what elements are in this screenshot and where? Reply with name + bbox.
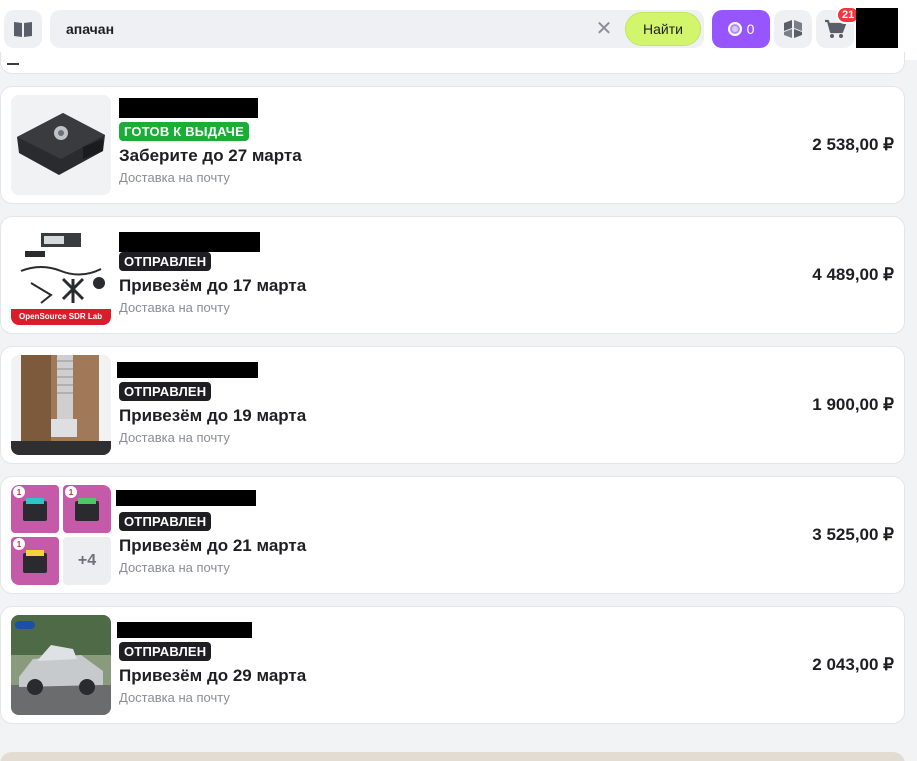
product-image	[11, 615, 111, 715]
order-price: 4 489,00 ₽	[812, 265, 894, 284]
delivery-method: Доставка на почту	[119, 170, 230, 185]
search-input[interactable]	[50, 10, 590, 48]
delivery-method: Доставка на почту	[119, 690, 230, 705]
order-price: 2 538,00 ₽	[812, 135, 894, 154]
redacted-title	[116, 490, 256, 506]
delivery-method: Доставка на почту	[119, 300, 230, 315]
orders-button[interactable]	[774, 10, 812, 48]
coin-icon	[727, 22, 742, 36]
previous-card-bottom	[0, 52, 905, 74]
order-card[interactable]: ГОТОВ К ВЫДАЧЕ Заберите до 27 марта Дост…	[0, 86, 905, 204]
product-thumbnail: 1	[11, 537, 59, 585]
image-caption: OpenSource SDR Lab	[19, 312, 103, 321]
delivery-method: Доставка на почту	[119, 430, 230, 445]
order-deadline: Привезём до 17 марта	[119, 276, 307, 295]
order-card[interactable]: 1 1 1 +4 ОТПРАВЛЕН Привезём до 21 марта …	[0, 476, 905, 594]
order-deadline: Привезём до 19 марта	[119, 406, 307, 425]
order-deadline: Привезём до 29 марта	[119, 666, 307, 685]
boxes-icon	[784, 20, 802, 38]
divider	[7, 63, 19, 65]
redacted-title	[119, 232, 260, 252]
points-count: 0	[746, 21, 755, 37]
redacted-title	[117, 622, 252, 638]
order-price: 3 525,00 ₽	[812, 525, 894, 544]
order-card[interactable]: ОТПРАВЛЕН Привезём до 29 марта Доставка …	[0, 606, 905, 724]
delivery-method: Доставка на почту	[119, 560, 230, 575]
redacted-title	[119, 98, 258, 118]
product-image-grid: 1 1 1 +4	[11, 485, 111, 585]
order-card[interactable]: OpenSource SDR Lab ОТПРАВЛЕН Привезём до…	[0, 216, 905, 334]
more-items-count: +4	[63, 537, 111, 585]
book-icon	[14, 22, 32, 37]
status-badge: ОТПРАВЛЕН	[119, 512, 212, 531]
order-price: 2 043,00 ₽	[812, 655, 894, 674]
status-badge: ОТПРАВЛЕН	[119, 382, 212, 401]
order-price: 1 900,00 ₽	[812, 395, 894, 414]
top-bar: ✕ Найти 0 21	[0, 0, 917, 60]
close-icon: ✕	[595, 18, 613, 40]
product-thumbnail: 1	[11, 485, 59, 533]
order-card[interactable]: ОТПРАВЛЕН Привезём до 19 марта Доставка …	[0, 346, 905, 464]
next-section-strip	[0, 752, 905, 761]
product-image: OpenSource SDR Lab	[11, 225, 111, 325]
product-image	[11, 95, 111, 195]
clear-search-button[interactable]: ✕	[594, 19, 614, 39]
product-image	[11, 355, 111, 455]
order-deadline: Заберите до 27 марта	[119, 146, 302, 165]
avatar[interactable]	[856, 8, 898, 48]
status-badge: ГОТОВ К ВЫДАЧЕ	[119, 122, 249, 141]
points-button[interactable]: 0	[712, 10, 770, 48]
redacted-title	[117, 362, 258, 378]
catalog-button[interactable]	[4, 10, 42, 48]
status-badge: ОТПРАВЛЕН	[119, 252, 212, 271]
order-deadline: Привезём до 21 марта	[119, 536, 307, 555]
product-thumbnail: 1	[63, 485, 111, 533]
search-bar: ✕ Найти	[50, 10, 704, 48]
status-badge: ОТПРАВЛЕН	[119, 642, 212, 661]
search-button[interactable]: Найти	[625, 12, 701, 46]
